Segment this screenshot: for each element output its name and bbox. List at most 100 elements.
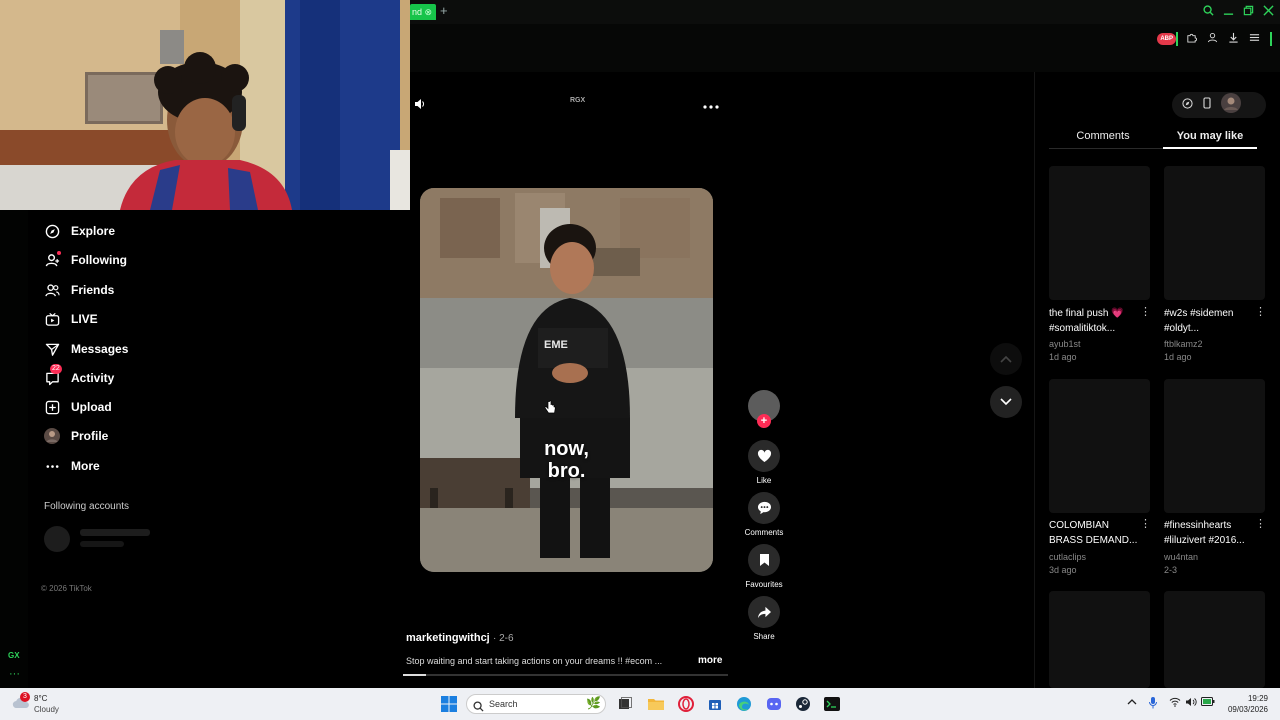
volume-icon[interactable]: [414, 97, 426, 115]
sidebar-item-label: Explore: [71, 224, 116, 238]
sidebar-item-friends[interactable]: Friends: [44, 278, 114, 302]
task-view-icon[interactable]: [616, 695, 634, 713]
card-more-icon[interactable]: ⋮: [1140, 517, 1151, 530]
card-more-icon[interactable]: ⋮: [1255, 305, 1266, 318]
tab-comments[interactable]: Comments: [1050, 130, 1156, 142]
sidebar: Explore Following Friends LIVE Messages …: [28, 210, 408, 688]
close-icon[interactable]: [1263, 4, 1274, 20]
search-icon[interactable]: [1203, 4, 1214, 20]
menu-icon[interactable]: [1249, 32, 1260, 46]
more-options-icon[interactable]: [703, 96, 719, 114]
taskbar-time[interactable]: 19:29: [1228, 694, 1268, 703]
search-decoration-icon: 🌿: [586, 696, 601, 710]
description-more-link[interactable]: more: [698, 655, 722, 666]
next-video-button[interactable]: [990, 386, 1022, 418]
store-icon[interactable]: [706, 695, 724, 713]
minimize-icon[interactable]: [1223, 4, 1234, 20]
sidebar-item-live[interactable]: LIVE: [44, 307, 98, 331]
microphone-icon[interactable]: [1149, 697, 1157, 712]
edge-icon[interactable]: [735, 695, 753, 713]
weather-temperature[interactable]: 8°C: [34, 694, 47, 703]
recommended-video-thumbnail[interactable]: [1164, 379, 1265, 513]
activity-badge: 22: [50, 364, 62, 374]
recommended-video-thumbnail[interactable]: [1049, 591, 1150, 688]
terminal-icon[interactable]: [823, 695, 841, 713]
card-author[interactable]: ftblkamz2: [1164, 339, 1203, 349]
card-author[interactable]: ayub1st: [1049, 339, 1081, 349]
follow-button[interactable]: +: [757, 414, 771, 428]
taskbar-search-placeholder: Search: [489, 699, 518, 709]
sidebar-item-more[interactable]: More: [44, 454, 100, 478]
recommended-video-thumbnail[interactable]: [1049, 166, 1150, 300]
share-button[interactable]: Share: [744, 596, 784, 641]
sidebar-item-following[interactable]: Following: [44, 248, 127, 272]
recommended-video-title[interactable]: COLOMBIAN BRASS DEMAND...: [1049, 518, 1143, 548]
like-button[interactable]: Like: [744, 440, 784, 485]
adblock-icon[interactable]: ABP: [1157, 33, 1176, 45]
sidebar-item-activity[interactable]: 22 Activity: [44, 364, 114, 390]
weather-condition[interactable]: Cloudy: [34, 705, 59, 714]
friends-icon: [44, 282, 60, 298]
sidebar-item-label: Following: [71, 253, 127, 267]
card-author[interactable]: cutlaclips: [1049, 552, 1086, 562]
sidebar-item-label: Upload: [71, 400, 112, 414]
card-title-line: COLOMBIAN: [1049, 520, 1110, 531]
recommended-video-title[interactable]: #finessinhearts #liluzivert #2016...: [1164, 518, 1258, 548]
gx-more-button[interactable]: ···: [9, 668, 20, 680]
card-more-icon[interactable]: ⋮: [1255, 517, 1266, 530]
sidebar-item-upload[interactable]: Upload: [44, 395, 112, 419]
video-frame: EME: [420, 188, 713, 572]
recommended-video-title[interactable]: the final push 💗 #somalitiktok...: [1049, 306, 1143, 336]
following-icon: [44, 251, 61, 268]
favourites-button[interactable]: Favourites: [744, 544, 784, 589]
battery-icon[interactable]: [1201, 697, 1215, 709]
caption-line: bro.: [547, 460, 586, 482]
video-player[interactable]: EME now, bro.: [420, 188, 713, 572]
bookmark-icon: [748, 544, 780, 576]
volume-icon[interactable]: [1185, 697, 1197, 710]
avatar[interactable]: [1221, 92, 1241, 118]
puzzle-icon[interactable]: [1186, 32, 1197, 46]
sidebar-item-messages[interactable]: Messages: [44, 337, 128, 361]
video-progress-bar[interactable]: [403, 674, 728, 676]
gx-logo[interactable]: GX: [8, 651, 20, 660]
file-explorer-icon[interactable]: [647, 695, 665, 713]
sidebar-item-explore[interactable]: Explore: [44, 219, 115, 243]
favourites-label: Favourites: [745, 580, 783, 589]
device-icon[interactable]: [1203, 96, 1211, 114]
comments-button[interactable]: Comments: [744, 492, 784, 537]
account-icon[interactable]: [1207, 32, 1218, 46]
video-author[interactable]: marketingwithcj: [406, 632, 490, 644]
more-icon: [44, 458, 60, 474]
restore-icon[interactable]: [1243, 4, 1254, 20]
sidebar-item-profile[interactable]: Profile: [44, 424, 108, 448]
like-label: Like: [756, 476, 772, 485]
download-icon[interactable]: [1228, 32, 1239, 46]
discord-icon[interactable]: [765, 695, 783, 713]
recommended-video-thumbnail[interactable]: [1164, 166, 1265, 300]
compass-icon[interactable]: [1182, 96, 1193, 114]
taskbar-search-box[interactable]: 🌿: [466, 694, 606, 714]
card-title-line: #finessinhearts: [1164, 520, 1232, 531]
following-accounts-title: Following accounts: [44, 501, 130, 512]
previous-video-button[interactable]: [990, 343, 1022, 375]
start-button[interactable]: [440, 695, 458, 713]
recommended-video-thumbnail[interactable]: [1049, 379, 1150, 513]
new-tab-button[interactable]: +: [440, 3, 448, 18]
share-icon: [748, 596, 780, 628]
sidebar-item-label: Profile: [71, 429, 109, 443]
opera-gx-icon[interactable]: [677, 695, 695, 713]
wifi-icon[interactable]: [1169, 697, 1181, 710]
taskbar-date[interactable]: 09/03/2026: [1218, 705, 1268, 714]
browser-tab-active[interactable]: nd ⊗: [410, 4, 436, 20]
chevron-up-icon[interactable]: [1127, 697, 1137, 708]
recommended-video-title[interactable]: #w2s #sidemen #oldyt...: [1164, 306, 1258, 336]
tab-you-may-like[interactable]: You may like: [1157, 130, 1263, 142]
skeleton-line: [80, 541, 124, 547]
card-author[interactable]: wu4ntan: [1164, 552, 1198, 562]
card-title-line: #somalitiktok...: [1049, 323, 1116, 334]
steam-icon[interactable]: [794, 695, 812, 713]
recommended-video-thumbnail[interactable]: [1164, 591, 1265, 688]
svg-text:EME: EME: [544, 339, 568, 351]
card-more-icon[interactable]: ⋮: [1140, 305, 1151, 318]
